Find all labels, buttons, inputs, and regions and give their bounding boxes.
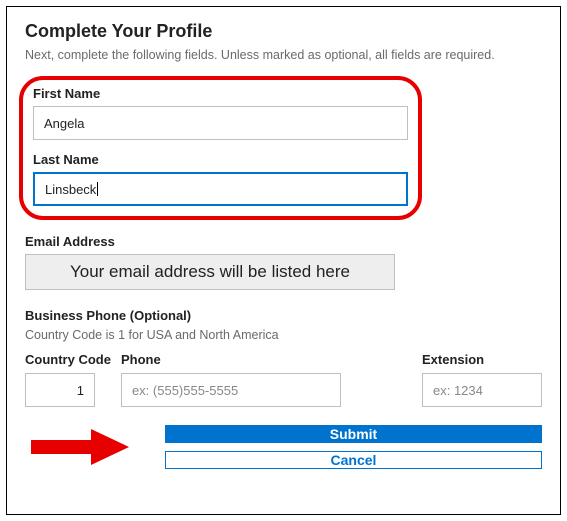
last-name-group: Last Name Linsbeck — [33, 152, 408, 206]
business-phone-label: Business Phone (Optional) — [25, 308, 542, 323]
phone-group: Phone — [121, 352, 341, 407]
last-name-value: Linsbeck — [45, 182, 96, 197]
text-caret-icon — [97, 182, 98, 196]
extension-input[interactable] — [422, 373, 542, 407]
business-phone-note: Country Code is 1 for USA and North Amer… — [25, 328, 542, 342]
extension-label: Extension — [422, 352, 542, 367]
first-name-label: First Name — [33, 86, 408, 101]
arrow-annotation — [25, 427, 155, 467]
profile-form: Complete Your Profile Next, complete the… — [6, 6, 561, 515]
email-input[interactable]: Your email address will be listed here — [25, 254, 395, 290]
name-callout: First Name Last Name Linsbeck — [19, 76, 422, 220]
email-label: Email Address — [25, 234, 542, 249]
email-group: Email Address Your email address will be… — [25, 234, 542, 290]
extension-group: Extension — [422, 352, 542, 407]
country-code-label: Country Code — [25, 352, 111, 367]
country-code-group: Country Code — [25, 352, 111, 407]
phone-label: Phone — [121, 352, 341, 367]
cancel-button[interactable]: Cancel — [165, 451, 542, 469]
business-phone-group: Business Phone (Optional) Country Code i… — [25, 308, 542, 407]
arrow-right-icon — [25, 427, 135, 467]
country-code-input[interactable] — [25, 373, 95, 407]
submit-button[interactable]: Submit — [165, 425, 542, 443]
last-name-label: Last Name — [33, 152, 408, 167]
phone-input[interactable] — [121, 373, 341, 407]
first-name-input[interactable] — [33, 106, 408, 140]
last-name-input[interactable]: Linsbeck — [33, 172, 408, 206]
first-name-group: First Name — [33, 86, 408, 140]
page-subtitle: Next, complete the following fields. Unl… — [25, 48, 542, 62]
email-placeholder-text: Your email address will be listed here — [70, 262, 350, 282]
button-row: Submit Cancel — [25, 425, 542, 469]
page-title: Complete Your Profile — [25, 21, 542, 42]
